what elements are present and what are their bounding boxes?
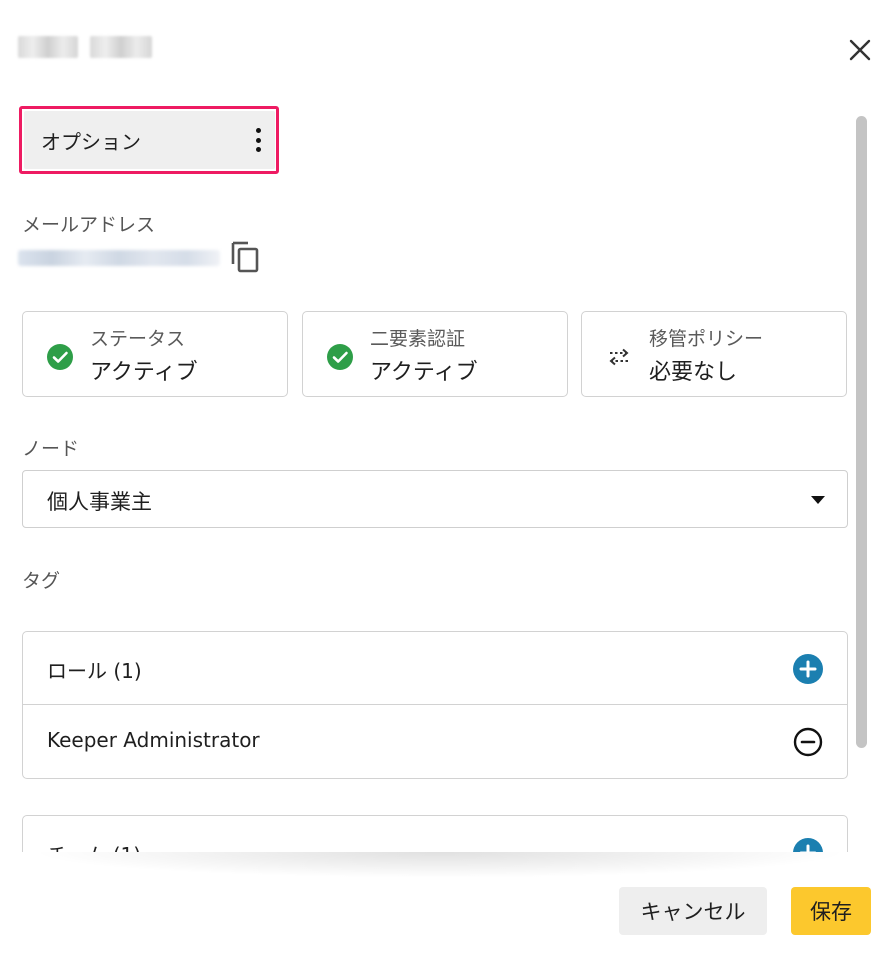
caret-down-icon [811, 496, 825, 504]
node-select[interactable]: 個人事業主 [22, 470, 848, 528]
transfer-policy-value: 必要なし [649, 360, 738, 385]
node-select-value: 個人事業主 [47, 490, 152, 514]
check-circle-icon [47, 344, 73, 370]
status-card: ステータス アクティブ [22, 311, 288, 397]
teams-header-row: チーム (1) [23, 816, 847, 852]
check-circle-icon [327, 344, 353, 370]
transfer-arrows-icon [606, 344, 632, 370]
minus-circle-icon [793, 727, 823, 757]
options-button[interactable]: オプション [24, 111, 275, 169]
roles-header: ロール (1) [47, 659, 142, 683]
dialog-title-redacted [18, 36, 152, 58]
role-list-item: Keeper Administrator [23, 705, 847, 777]
email-label: メールアドレス [22, 214, 156, 236]
save-button[interactable]: 保存 [791, 887, 871, 935]
plus-circle-icon [793, 654, 823, 684]
footer-divider-shadow [30, 852, 850, 878]
cancel-button[interactable]: キャンセル [619, 887, 767, 935]
roles-group: ロール (1) Keeper Administrator [22, 631, 848, 779]
add-role-button[interactable] [793, 654, 823, 684]
close-button[interactable] [846, 36, 874, 64]
options-label: オプション [41, 129, 141, 154]
teams-clip: チーム (1) [0, 800, 858, 852]
node-label: ノード [22, 438, 80, 460]
plus-circle-icon [793, 838, 823, 852]
2fa-card-value: アクティブ [370, 360, 478, 385]
add-team-button[interactable] [793, 838, 823, 852]
roles-header-row: ロール (1) [23, 632, 847, 705]
close-icon [849, 39, 871, 61]
status-card-value: アクティブ [90, 360, 198, 385]
tags-label: タグ [22, 570, 61, 592]
email-value-redacted [18, 250, 220, 266]
scrollbar-thumb[interactable] [856, 116, 867, 748]
2fa-card: 二要素認証 アクティブ [302, 311, 568, 397]
role-name: Keeper Administrator [47, 728, 260, 752]
teams-group: チーム (1) [22, 815, 848, 852]
status-card-title: ステータス [90, 328, 186, 350]
2fa-card-title: 二要素認証 [370, 328, 466, 350]
remove-role-button[interactable] [793, 727, 823, 757]
teams-header: チーム (1) [47, 839, 141, 852]
copy-icon[interactable] [230, 240, 260, 274]
transfer-policy-title: 移管ポリシー [649, 328, 764, 350]
kebab-icon [255, 128, 261, 152]
transfer-policy-card: 移管ポリシー 必要なし [581, 311, 847, 397]
